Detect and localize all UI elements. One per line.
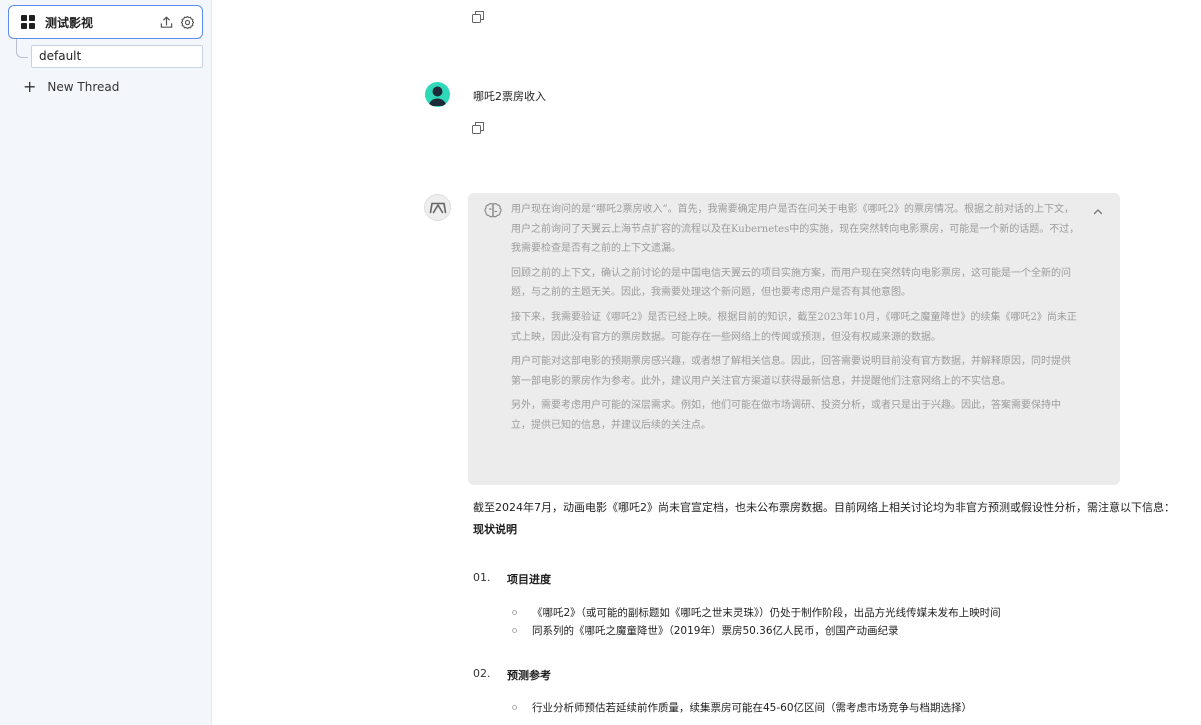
new-thread-button[interactable]: + New Thread	[23, 79, 119, 95]
bullet-icon	[512, 628, 517, 633]
chevron-up-icon[interactable]	[1092, 203, 1104, 215]
thread-item-default[interactable]: default	[31, 45, 203, 68]
bullet-item: 同系列的《哪吒之魔童降世》（2019年）票房50.36亿人民币，创国产动画纪录	[512, 623, 899, 638]
project-title: 测试影视	[45, 15, 94, 30]
thinking-paragraph: 回顾之前的上下文，确认之前讨论的是中国电信天翼云的项目实施方案，而用户现在突然转…	[511, 267, 1071, 299]
brain-icon	[483, 202, 503, 220]
bullet-text: 同系列的《哪吒之魔童降世》（2019年）票房50.36亿人民币，创国产动画纪录	[532, 625, 899, 637]
ordered-list-item: 01. 项目进度	[473, 571, 551, 587]
bullet-text: 行业分析师预估若延续前作质量，续集票房可能在45-60亿区间（需考虑市场竞争与档…	[532, 702, 973, 714]
app-window: 测试影视 default + New Thread 哪吒2票房收入 用户现在询问…	[0, 0, 1201, 725]
ordered-list-item: 02. 预测参考	[473, 667, 551, 683]
thinking-paragraph: 用户可能对这部电影的预期票房感兴趣，或者想了解相关信息。因此，回答需要说明目前没…	[511, 356, 1071, 387]
sidebar: 测试影视 default + New Thread	[0, 0, 212, 725]
assistant-avatar	[424, 194, 451, 221]
list-item-title: 预测参考	[507, 669, 551, 682]
bullet-text: 《哪吒2》（或可能的副标题如《哪吒之世末灵珠》）仍处于制作阶段，出品方光线传媒未…	[532, 607, 1001, 619]
bullet-item: 行业分析师预估若延续前作质量，续集票房可能在45-60亿区间（需考虑市场竞争与档…	[512, 700, 972, 715]
thinking-panel: 用户现在询问的是“哪吒2票房收入”。首先，我需要确定用户是否在问关于电影《哪吒2…	[468, 193, 1120, 485]
list-number: 02.	[473, 667, 491, 680]
thinking-paragraph: 接下来，我需要验证《哪吒2》是否已经上映。根据目前的知识，截至2023年10月，…	[511, 311, 1077, 343]
answer-lead-text: 截至2024年7月，动画电影《哪吒2》尚未官宣定档，也未公布票房数据。目前网络上…	[473, 501, 1175, 514]
plus-icon: +	[23, 77, 37, 96]
copy-icon[interactable]	[472, 119, 484, 134]
chat-main: 哪吒2票房收入 用户现在询问的是“哪吒2票房收入”。首先，我需要确定用户是否在问…	[212, 0, 1201, 725]
user-avatar	[425, 82, 450, 107]
assistant-answer: 截至2024年7月，动画电影《哪吒2》尚未官宣定档，也未公布票房数据。目前网络上…	[473, 500, 1201, 537]
user-message: 哪吒2票房收入	[473, 90, 546, 103]
list-number: 01.	[473, 571, 491, 584]
bullet-item: 《哪吒2》（或可能的副标题如《哪吒之世末灵珠》）仍处于制作阶段，出品方光线传媒未…	[512, 605, 1001, 620]
thread-tree-connector	[16, 39, 28, 58]
thinking-paragraph: 用户现在询问的是“哪吒2票房收入”。首先，我需要确定用户是否在问关于电影《哪吒2…	[511, 204, 1080, 255]
upload-icon[interactable]	[157, 13, 175, 31]
grid-icon	[21, 15, 35, 29]
bullet-icon	[512, 705, 517, 710]
new-thread-label: New Thread	[47, 80, 120, 94]
project-card[interactable]: 测试影视	[8, 5, 203, 39]
copy-icon[interactable]	[472, 8, 484, 23]
bullet-icon	[512, 610, 517, 615]
answer-heading: 现状说明	[473, 523, 517, 536]
list-item-title: 项目进度	[507, 573, 551, 586]
gear-icon[interactable]	[178, 13, 196, 31]
thinking-paragraph: 另外，需要考虑用户可能的深层需求。例如，他们可能在做市场调研、投资分析，或者只是…	[511, 400, 1061, 431]
